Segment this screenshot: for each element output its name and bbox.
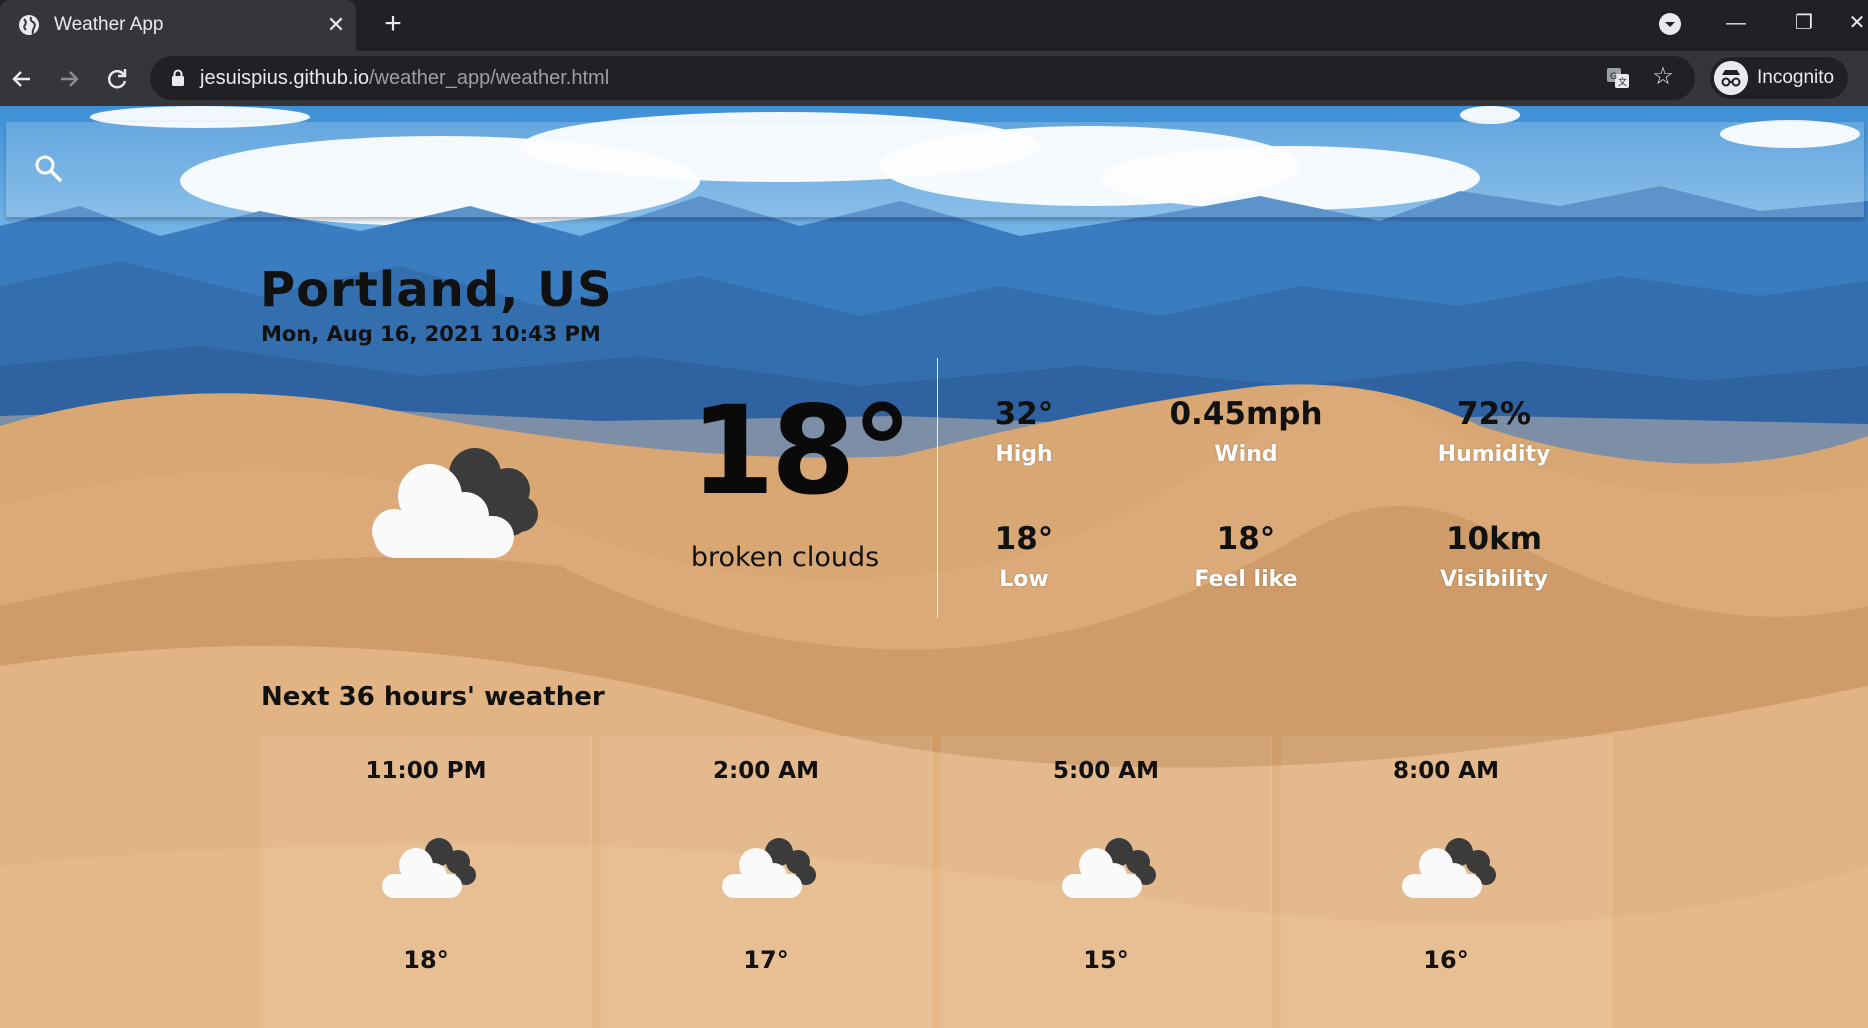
stat-wind: 0.45mph Wind [1136,396,1356,467]
forecast-temp: 16° [1423,946,1469,974]
stat-visibility-label: Visibility [1439,567,1549,592]
current-datetime: Mon, Aug 16, 2021 10:43 PM [261,322,601,346]
forecast-card: 2:00 AM 17° [601,736,932,1028]
stat-humidity: 72% Humidity [1384,396,1604,467]
forecast-title: Next 36 hours' weather [261,682,605,712]
incognito-profile-button[interactable]: Incognito [1710,57,1848,99]
address-bar[interactable]: jesuispius.github.io/weather_app/weather… [150,56,1695,100]
forward-icon[interactable] [53,63,85,95]
forecast-list: 11:00 PM 18° 2:00 AM 17° 5:00 AM 15° 8:0… [261,736,1621,1028]
current-temperature: 18° [690,380,913,522]
browser-toolbar: jesuispius.github.io/weather_app/weather… [0,51,1868,106]
globe-icon [19,15,39,35]
stat-high: 32° High [914,396,1134,467]
svg-text:文: 文 [1618,76,1627,88]
stat-humidity-label: Humidity [1437,442,1551,467]
weather-description: broken clouds [690,542,880,573]
stat-visibility: 10km Visibility [1384,521,1604,592]
forecast-time: 11:00 PM [365,758,487,784]
incognito-icon [1714,61,1748,95]
forecast-temp: 18° [403,946,449,974]
stat-humidity-value: 72% [1456,396,1532,432]
broken-clouds-icon [722,838,816,898]
url-text: jesuispius.github.io/weather_app/weather… [200,67,609,90]
stat-low-value: 18° [994,521,1054,557]
stat-feel-like-value: 18° [1216,521,1276,557]
translate-icon[interactable]: G 文 [1606,66,1630,90]
broken-clouds-icon [372,448,538,558]
minimize-icon[interactable]: — [1716,8,1756,38]
broken-clouds-icon [1402,838,1496,898]
broken-clouds-icon [1062,838,1156,898]
stat-feel-like-label: Feel like [1194,567,1298,592]
forecast-time: 8:00 AM [1393,758,1499,784]
stat-low-label: Low [999,567,1049,592]
forecast-card: 11:00 PM 18° [261,736,592,1028]
city-name: Portland, US [260,262,613,318]
broken-clouds-icon [382,838,476,898]
star-icon[interactable]: ☆ [1650,64,1676,90]
search-icon[interactable] [32,152,66,186]
url-host: jesuispius.github.io [200,67,369,89]
stat-wind-label: Wind [1214,442,1278,467]
forecast-time: 2:00 AM [713,758,819,784]
stat-wind-value: 0.45mph [1169,396,1323,432]
lock-icon[interactable] [170,69,186,87]
weather-page: Portland, US Mon, Aug 16, 2021 10:43 PM … [0,106,1868,1028]
forecast-temp: 17° [743,946,789,974]
url-path: /weather_app/weather.html [369,67,610,89]
window-close-icon[interactable]: ✕ [1846,8,1868,38]
tab-search-icon[interactable] [1658,12,1682,36]
svg-text:G: G [1610,72,1617,82]
tab-title: Weather App [54,14,164,35]
stat-visibility-value: 10km [1445,521,1543,557]
search-bar[interactable] [6,122,1864,218]
stat-high-label: High [995,442,1053,467]
reload-icon[interactable] [101,63,133,95]
plus-icon[interactable]: + [378,9,408,40]
forecast-card: 5:00 AM 15° [941,736,1272,1028]
browser-tab-strip: Weather App ✕ + — ❐ ✕ [0,0,1868,51]
restore-icon[interactable]: ❐ [1784,8,1824,38]
stat-feel-like: 18° Feel like [1136,521,1356,592]
close-icon[interactable]: ✕ [323,12,349,38]
forecast-temp: 15° [1083,946,1129,974]
stat-high-value: 32° [994,396,1054,432]
profile-label: Incognito [1757,67,1835,88]
forecast-time: 5:00 AM [1053,758,1159,784]
back-icon[interactable] [6,63,38,95]
forecast-card: 8:00 AM 16° [1281,736,1612,1028]
browser-tab[interactable]: Weather App ✕ [0,0,356,51]
stat-low: 18° Low [914,521,1134,592]
